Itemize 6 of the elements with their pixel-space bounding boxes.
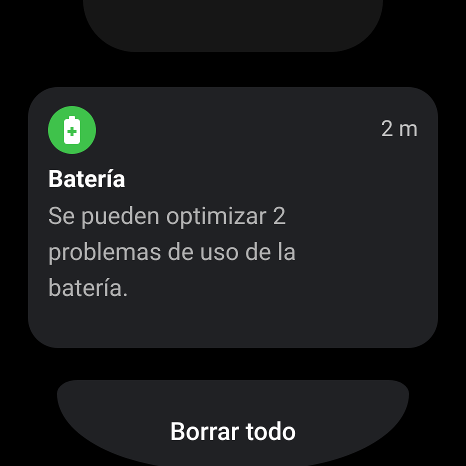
notification-card[interactable]: 2 m Batería Se pueden optimizar 2 problemas de uso de la batería. xyxy=(28,87,438,348)
clear-all-button[interactable]: Borrar todo xyxy=(57,380,409,466)
notification-title: Batería xyxy=(48,164,126,194)
notification-message: Se pueden optimizar 2 problemas de uso de la batería. xyxy=(48,201,298,304)
notification-time: 2 m xyxy=(380,116,418,144)
battery-icon xyxy=(48,106,96,154)
